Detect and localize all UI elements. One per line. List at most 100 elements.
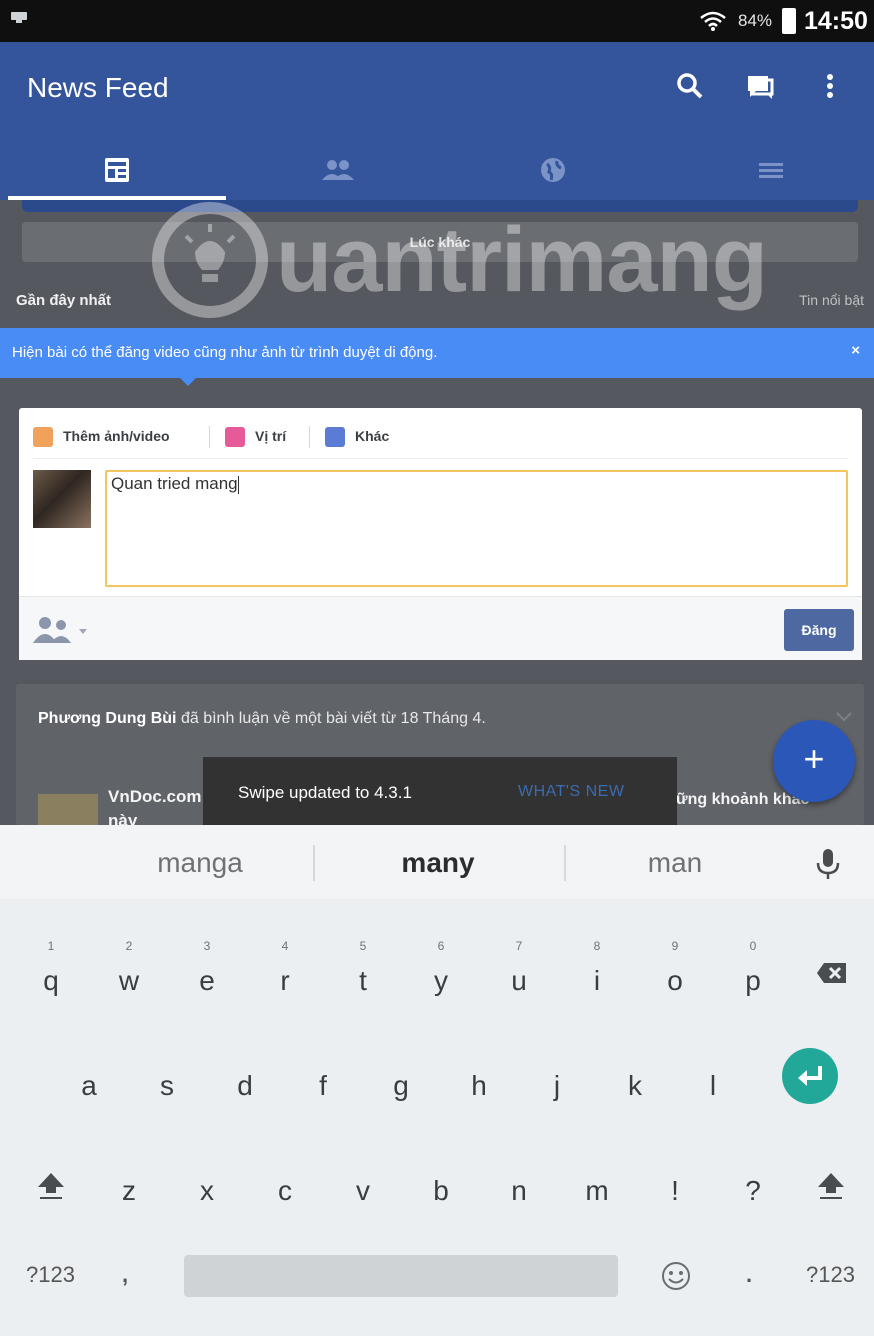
page-thumbnail[interactable] [38,794,98,825]
snackbar-message: Swipe updated to 4.3.1 [238,783,412,802]
info-banner: Hiện bài có thể đăng video cũng như ảnh … [0,328,874,386]
microphone-icon[interactable] [814,847,842,881]
key-z[interactable]: z [90,1135,168,1235]
key-b[interactable]: b [402,1135,480,1235]
lightbulb-icon [152,202,268,318]
add-photo-video-label: Thêm ảnh/video [63,428,170,444]
keyboard-row-3: z x c v b n m ! ? [0,1135,874,1245]
globe-icon [541,158,565,182]
tab-friends[interactable] [226,142,444,200]
audience-selector-icon[interactable] [33,615,93,645]
battery-icon [782,8,796,34]
key-question[interactable]: ? [714,1135,792,1235]
avatar [33,470,91,528]
other-button[interactable]: Khác [325,424,405,450]
key-q[interactable]: 1q [12,925,90,1025]
tab-notifications[interactable] [444,142,662,200]
key-e[interactable]: 3e [168,925,246,1025]
recent-label[interactable]: Gần đây nhất [16,292,111,309]
key-i[interactable]: 8i [558,925,636,1025]
whats-new-button[interactable]: WHAT'S NEW [518,783,624,801]
friends-icon [322,160,354,180]
tab-menu[interactable] [662,142,874,200]
featured-label[interactable]: Tin nổi bật [799,292,864,308]
watermark-text: uantrimang [276,209,768,311]
key-a[interactable]: a [50,1030,128,1130]
symbols-key-left[interactable]: ?123 [26,1262,75,1288]
story-author[interactable]: Phương Dung Bùi [38,710,177,727]
messages-icon[interactable] [742,68,778,104]
text-cursor [237,475,239,494]
enter-key[interactable] [782,1048,838,1104]
add-photo-video-button[interactable]: Thêm ảnh/video [33,424,203,450]
comma-key[interactable]: , [122,1262,128,1288]
wifi-icon [700,11,726,31]
more-vert-icon[interactable] [812,68,848,104]
key-k[interactable]: k [596,1030,674,1130]
backspace-icon [817,963,846,983]
space-bar[interactable] [184,1255,618,1297]
suggestion-1[interactable]: manga [75,847,325,879]
notification-icon [11,12,27,23]
chevron-down-icon[interactable] [836,712,852,722]
suggestion-3[interactable]: man [550,847,800,879]
key-n[interactable]: n [480,1135,558,1235]
keyboard-row-2: a s d f g h j k l [0,1030,874,1140]
banner-pointer [180,378,196,386]
location-label: Vị trí [255,428,287,444]
toolbar-divider [209,426,210,448]
key-v[interactable]: v [324,1135,402,1235]
shift-key-right[interactable] [792,1135,870,1235]
key-r[interactable]: 4r [246,925,324,1025]
key-w[interactable]: 2w [90,925,168,1025]
period-key[interactable]: . [746,1262,752,1288]
key-h[interactable]: h [440,1030,518,1130]
key-g[interactable]: g [362,1030,440,1130]
backspace-key[interactable] [792,925,870,1025]
tab-news-feed[interactable] [8,142,226,200]
key-j[interactable]: j [518,1030,596,1130]
search-icon[interactable] [672,68,708,104]
suggestion-2[interactable]: many [313,847,563,879]
clock: 14:50 [804,7,868,35]
key-m[interactable]: m [558,1135,636,1235]
composer-footer: Đăng [19,596,862,660]
key-o[interactable]: 9o [636,925,714,1025]
compose-fab-button[interactable]: + [773,720,855,802]
banner-close-button[interactable]: × [851,342,860,359]
post-composer: Thêm ảnh/video Vị trí Khác Quan tried ma… [19,408,862,660]
watermark-logo: uantrimang [150,200,790,320]
location-button[interactable]: Vị trí [225,424,305,450]
status-input-value: Quan tried mang [111,474,238,493]
news-feed-icon [105,158,129,182]
key-x[interactable]: x [168,1135,246,1235]
shift-icon [38,1173,64,1199]
page-name[interactable]: VnDoc.com [108,787,202,807]
emoji-key-icon[interactable] [660,1260,692,1292]
status-bar: 84% 14:50 [0,0,874,42]
key-exclamation[interactable]: ! [636,1135,714,1235]
key-f[interactable]: f [284,1030,362,1130]
menu-icon [759,163,783,178]
key-s[interactable]: s [128,1030,206,1130]
battery-percent: 84% [738,11,773,30]
photo-icon [33,427,53,447]
shift-key-left[interactable] [12,1135,90,1235]
status-input[interactable]: Quan tried mang [105,470,848,587]
key-c[interactable]: c [246,1135,324,1235]
suggestion-strip: manga many man [0,825,874,899]
key-p[interactable]: 0p [714,925,792,1025]
other-label: Khác [355,428,390,444]
symbols-key-right[interactable]: ?123 [806,1262,855,1288]
key-t[interactable]: 5t [324,925,402,1025]
key-l[interactable]: l [674,1030,752,1130]
app-bar: News Feed [0,42,874,200]
key-y[interactable]: 6y [402,925,480,1025]
toolbar-divider [309,426,310,448]
tab-bar [0,142,874,200]
emoji-icon [325,427,345,447]
key-u[interactable]: 7u [480,925,558,1025]
post-button[interactable]: Đăng [784,609,854,651]
key-d[interactable]: d [206,1030,284,1130]
banner-text: Hiện bài có thể đăng video cũng như ảnh … [12,344,438,361]
